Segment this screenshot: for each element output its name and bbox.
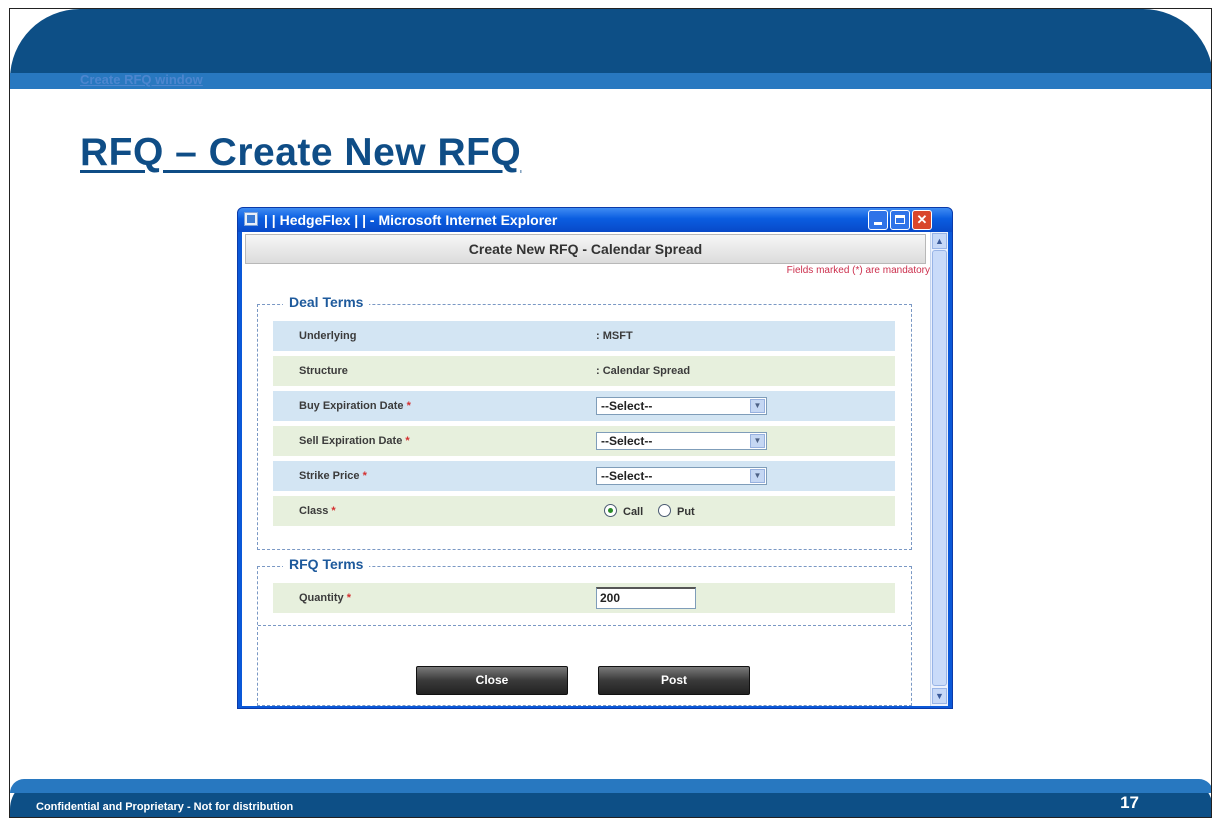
mandatory-note: Fields marked (*) are mandatory xyxy=(786,265,930,276)
sell-expiration-label: Sell Expiration Date * xyxy=(299,435,410,447)
window-title: | | HedgeFlex | | - Microsoft Internet E… xyxy=(264,212,558,228)
footer-confidential: Confidential and Proprietary - Not for d… xyxy=(36,801,294,813)
buy-expiration-row: Buy Expiration Date * --Select-- ▼ xyxy=(273,391,895,421)
close-icon[interactable]: ✕ xyxy=(912,210,932,230)
ie-app-icon xyxy=(244,212,258,226)
vertical-scrollbar[interactable]: ▲ ▼ xyxy=(930,232,948,706)
underlying-row: Underlying : MSFT xyxy=(273,321,895,351)
chevron-down-icon[interactable]: ▼ xyxy=(750,434,765,448)
window-client-area: ▲ ▼ Create New RFQ - Calendar Spread Fie… xyxy=(242,232,948,706)
buy-expiration-label: Buy Expiration Date * xyxy=(299,400,411,412)
rfq-terms-legend: RFQ Terms xyxy=(283,556,370,572)
breadcrumb[interactable]: Create RFQ window xyxy=(80,73,203,87)
class-row: Class * Call Put xyxy=(273,496,895,526)
quantity-label: Quantity * xyxy=(299,592,351,604)
strike-price-select[interactable]: --Select-- ▼ xyxy=(596,467,767,485)
structure-value: : Calendar Spread xyxy=(596,365,691,377)
call-radio-label[interactable]: Call xyxy=(623,506,643,518)
scrollbar-thumb[interactable] xyxy=(932,250,947,686)
strike-price-row: Strike Price * --Select-- ▼ xyxy=(273,461,895,491)
put-radio[interactable] xyxy=(658,504,671,517)
put-radio-label[interactable]: Put xyxy=(677,506,695,518)
scroll-down-icon[interactable]: ▼ xyxy=(932,688,947,704)
deal-terms-fieldset: Deal Terms Underlying : MSFT Structure :… xyxy=(257,294,912,550)
page-title: RFQ – Create New RFQ xyxy=(80,131,522,174)
buy-expiration-select[interactable]: --Select-- ▼ xyxy=(596,397,767,415)
call-radio[interactable] xyxy=(604,504,617,517)
window-titlebar[interactable]: | | HedgeFlex | | - Microsoft Internet E… xyxy=(238,208,952,232)
strike-price-label: Strike Price * xyxy=(299,470,367,482)
structure-label: Structure xyxy=(299,365,348,377)
rfq-terms-fieldset: RFQ Terms Quantity * 200 xyxy=(257,556,912,706)
structure-row: Structure : Calendar Spread xyxy=(273,356,895,386)
page-number: 17 xyxy=(1120,793,1139,812)
sell-expiration-row: Sell Expiration Date * --Select-- ▼ xyxy=(273,426,895,456)
sell-expiration-select[interactable]: --Select-- ▼ xyxy=(596,432,767,450)
quantity-input[interactable]: 200 xyxy=(596,587,696,609)
close-button[interactable]: Close xyxy=(416,666,568,695)
maximize-icon[interactable] xyxy=(890,210,910,230)
underlying-value: : MSFT xyxy=(596,330,633,342)
chevron-down-icon[interactable]: ▼ xyxy=(750,399,765,413)
underlying-label: Underlying xyxy=(299,330,357,342)
post-button[interactable]: Post xyxy=(598,666,750,695)
browser-window: | | HedgeFlex | | - Microsoft Internet E… xyxy=(237,207,953,709)
scroll-up-icon[interactable]: ▲ xyxy=(932,233,947,249)
chevron-down-icon[interactable]: ▼ xyxy=(750,469,765,483)
class-label: Class * xyxy=(299,505,336,517)
form-header: Create New RFQ - Calendar Spread xyxy=(245,234,926,264)
deal-terms-legend: Deal Terms xyxy=(283,294,370,310)
quantity-row: Quantity * 200 xyxy=(273,583,895,613)
fieldset-divider xyxy=(258,625,911,626)
minimize-icon[interactable] xyxy=(868,210,888,230)
